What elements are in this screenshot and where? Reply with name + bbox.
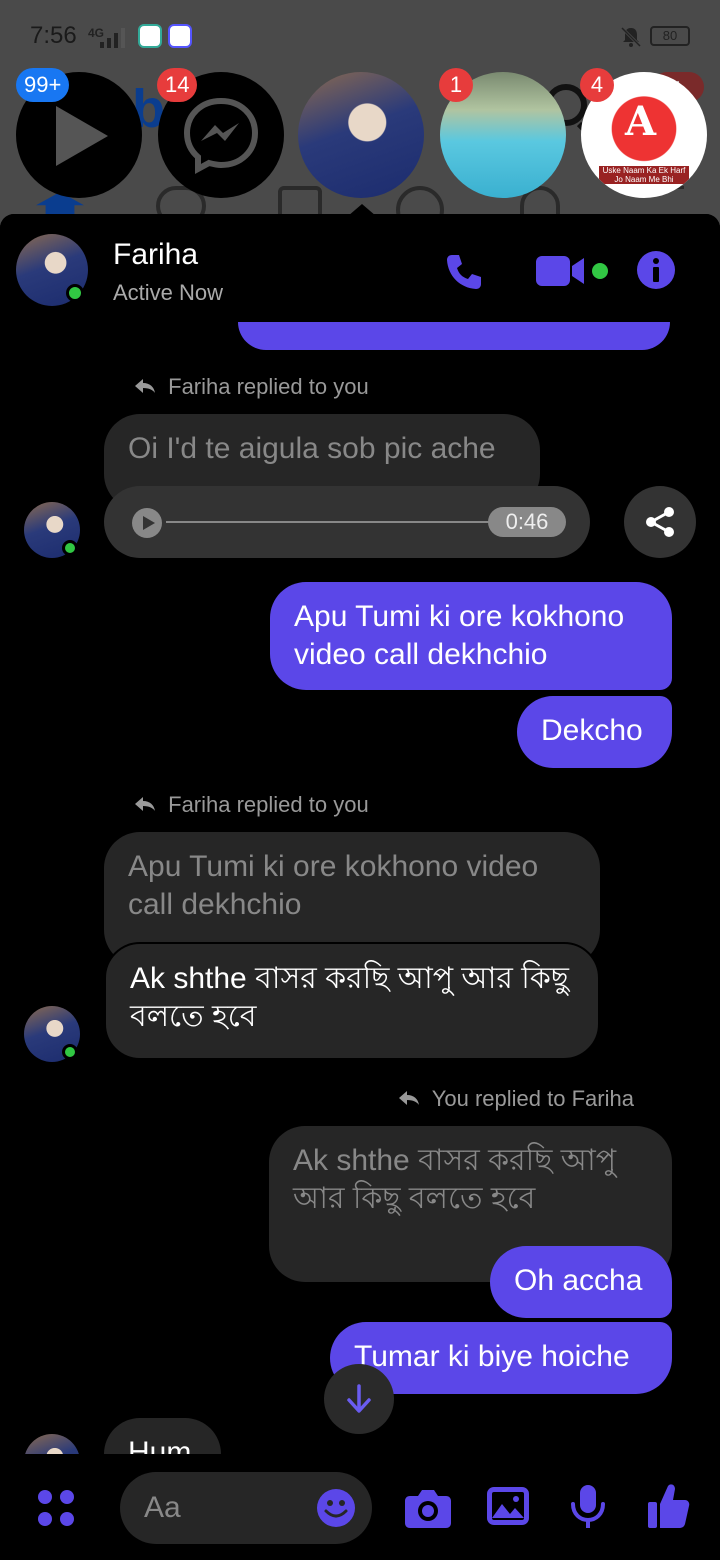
play-icon (56, 106, 108, 166)
online-indicator (62, 540, 78, 556)
chat-head-badge: 4 (580, 68, 614, 102)
status-time: 7:56 (30, 22, 77, 49)
audio-message[interactable]: 0:46 (104, 486, 590, 558)
reply-note-text: Fariha replied to you (168, 792, 369, 817)
reply-note: Fariha replied to you (134, 374, 369, 400)
message-bubble-sent[interactable]: Oh accha (490, 1246, 672, 1318)
message-composer (0, 1454, 720, 1560)
voice-call-icon[interactable] (444, 252, 484, 292)
reply-arrow-icon (135, 379, 155, 393)
scroll-to-bottom-button[interactable] (324, 1364, 394, 1434)
gallery-icon[interactable] (486, 1486, 530, 1526)
message-input[interactable] (144, 1490, 314, 1526)
chat-head-badge: 1 (439, 68, 473, 102)
online-indicator (62, 1044, 78, 1060)
reply-note: You replied to Fariha (398, 1086, 634, 1112)
contact-name[interactable]: Fariha (113, 238, 198, 272)
play-icon[interactable] (132, 508, 162, 538)
microphone-icon[interactable] (570, 1484, 606, 1530)
message-bubble-sent[interactable]: Dekcho (517, 696, 672, 768)
video-call-icon[interactable] (536, 254, 610, 288)
info-icon[interactable] (636, 250, 676, 290)
message-list[interactable]: Fariha replied to you Oi I'd te aigula s… (0, 214, 720, 1490)
status-bar: 7:56 4G 80 (0, 0, 720, 70)
menu-grid-icon[interactable] (36, 1488, 76, 1528)
imo-notification-icon (138, 24, 162, 48)
heart-letter-icon: A (625, 98, 657, 145)
chat-head-fariha[interactable] (298, 72, 424, 198)
screen: b + 7:56 4G 80 (0, 0, 720, 1560)
audio-duration: 0:46 (488, 507, 566, 537)
arrow-down-icon (347, 1384, 371, 1413)
battery-icon: 80 (650, 26, 690, 46)
chat-header: Fariha Active Now (0, 214, 720, 322)
reply-note-text: You replied to Fariha (431, 1086, 634, 1111)
mute-bell-icon (620, 26, 642, 48)
share-button[interactable] (624, 486, 696, 558)
reply-note-text: Fariha replied to you (168, 374, 369, 399)
reply-arrow-icon (135, 797, 155, 811)
camera-icon[interactable] (404, 1488, 452, 1528)
share-icon (646, 507, 674, 537)
reply-note: Fariha replied to you (134, 792, 369, 818)
contact-status: Active Now (113, 280, 224, 305)
reply-arrow-icon (399, 1091, 419, 1105)
message-input-container[interactable] (120, 1472, 372, 1544)
audio-progress-track[interactable] (166, 521, 496, 523)
online-indicator (66, 284, 84, 302)
chat-head-badge: 14 (157, 68, 198, 102)
chat-panel: Fariha replied to you Oi I'd te aigula s… (0, 214, 720, 1560)
message-bubble-sent[interactable]: Apu Tumi ki ore kokhono video call dekhc… (270, 582, 672, 690)
messenger-icon (183, 97, 259, 175)
emoji-icon[interactable] (316, 1488, 356, 1528)
message-bubble-received[interactable]: Ak shthe বাসর করছি আপু আর কিছু বলতে হবে (104, 942, 600, 1060)
like-icon[interactable] (646, 1482, 690, 1530)
signal-icon (100, 28, 125, 48)
chat-head-badge: 99+ (16, 68, 70, 102)
messenger-notification-icon (168, 24, 192, 48)
photo-caption: Uske Naam Ka Ek Harf Jo Naam Me Bhi (599, 166, 689, 184)
